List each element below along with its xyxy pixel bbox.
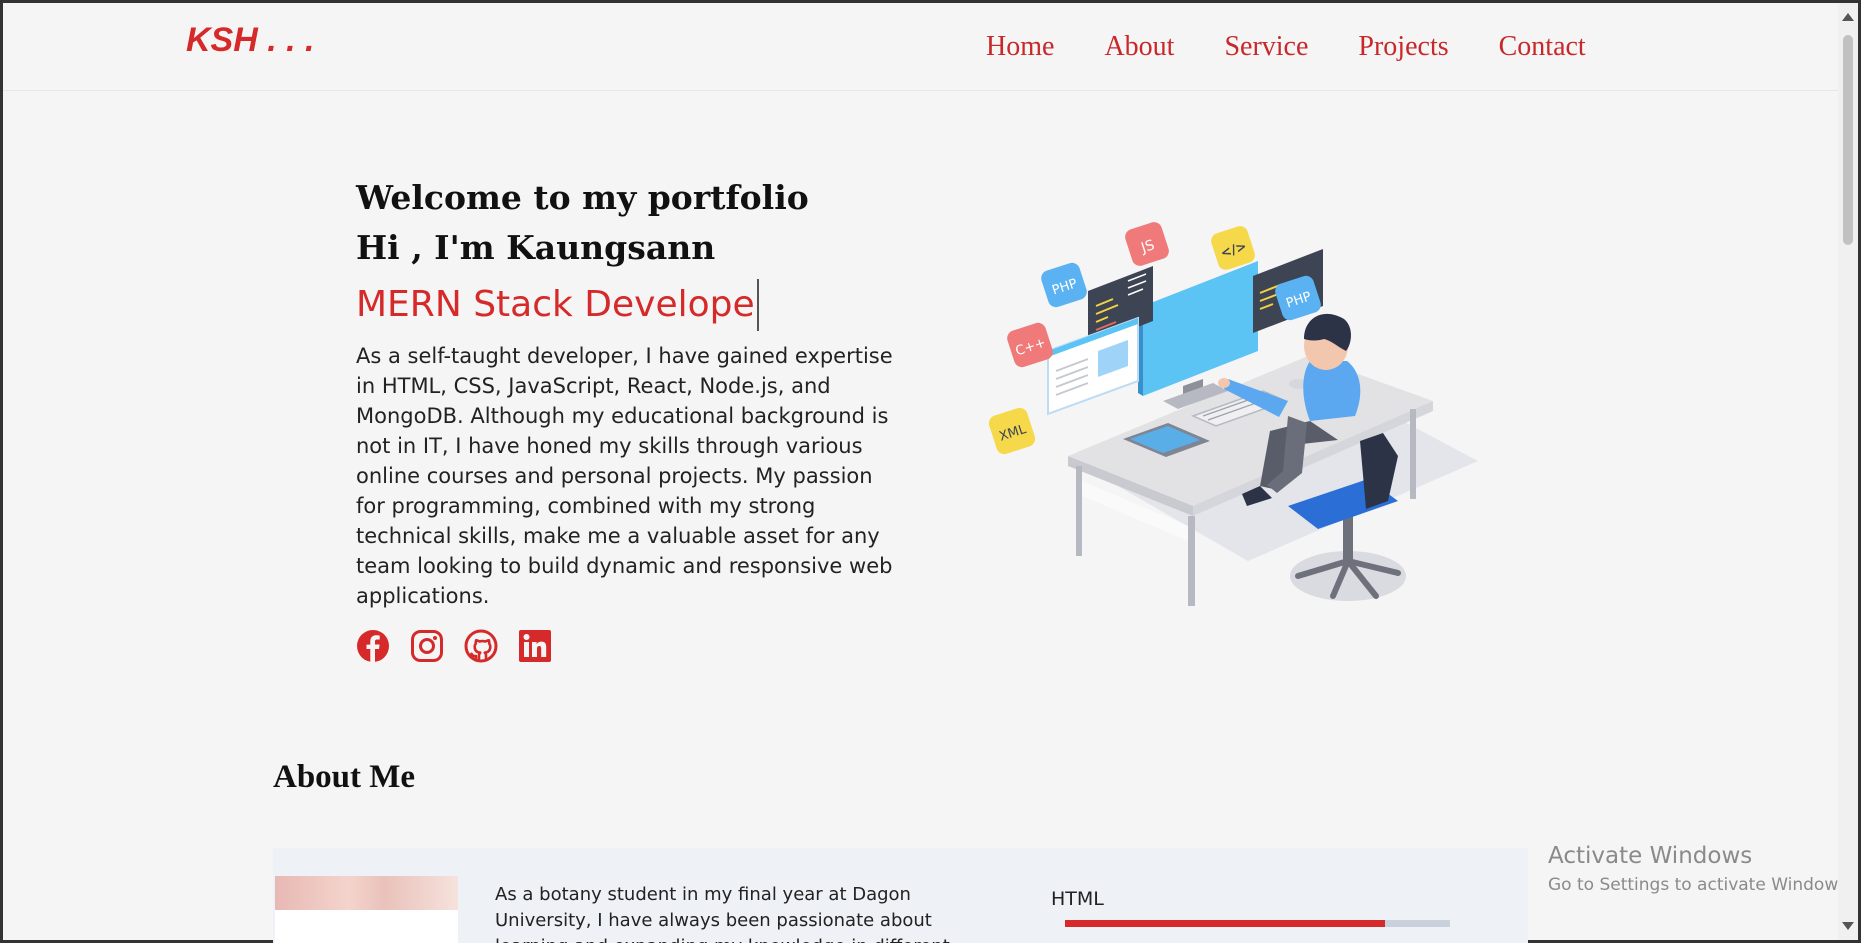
- linkedin-icon[interactable]: [518, 629, 552, 663]
- role-typewriter: MERN Stack Develope: [356, 279, 759, 331]
- welcome-heading: Welcome to my portfolio: [356, 178, 809, 217]
- activate-windows-subtitle: Go to Settings to activate Windows.: [1548, 875, 1853, 895]
- about-text: As a botany student in my final year at …: [495, 884, 950, 943]
- main-nav: Home About Service Projects Contact: [986, 31, 1586, 63]
- social-links: [356, 629, 896, 663]
- hero-bio: As a self-taught developer, I have gaine…: [356, 344, 893, 608]
- nav-projects[interactable]: Projects: [1358, 31, 1448, 63]
- hero-section: Welcome to my portfolio Hi , I'm Kaungsa…: [356, 173, 896, 663]
- instagram-icon[interactable]: [410, 629, 444, 663]
- navbar: KSH . . . Home About Service Projects Co…: [3, 3, 1841, 91]
- skill-bar-html: [1065, 920, 1450, 927]
- skill-label-html: HTML: [1051, 888, 1104, 910]
- about-heading: About Me: [273, 759, 416, 795]
- js-badge: JS: [1125, 222, 1169, 266]
- scroll-up-arrow-icon[interactable]: [1842, 13, 1854, 21]
- nav-about[interactable]: About: [1104, 31, 1174, 63]
- developer-illustration: JS </> PHP PHP C++ XML: [988, 222, 1478, 606]
- nav-contact[interactable]: Contact: [1499, 31, 1586, 63]
- nav-home[interactable]: Home: [986, 31, 1054, 63]
- page-scrollbar[interactable]: [1838, 3, 1858, 940]
- activate-windows-watermark: Activate Windows Go to Settings to activ…: [1548, 843, 1853, 895]
- scroll-thumb[interactable]: [1843, 35, 1853, 245]
- nav-service[interactable]: Service: [1224, 31, 1308, 63]
- scroll-down-arrow-icon[interactable]: [1842, 922, 1854, 930]
- github-icon[interactable]: [464, 629, 498, 663]
- php-badge-left: PHP: [1041, 262, 1087, 308]
- skill-bar-fill: [1065, 920, 1385, 927]
- about-card: As a botany student in my final year at …: [273, 848, 1528, 943]
- greeting-heading: Hi , I'm Kaungsann: [356, 228, 716, 267]
- site-logo[interactable]: KSH . . .: [186, 21, 314, 60]
- activate-windows-title: Activate Windows: [1548, 843, 1753, 869]
- xml-badge: XML: [988, 407, 1036, 455]
- profile-photo: [275, 876, 458, 943]
- facebook-icon[interactable]: [356, 629, 390, 663]
